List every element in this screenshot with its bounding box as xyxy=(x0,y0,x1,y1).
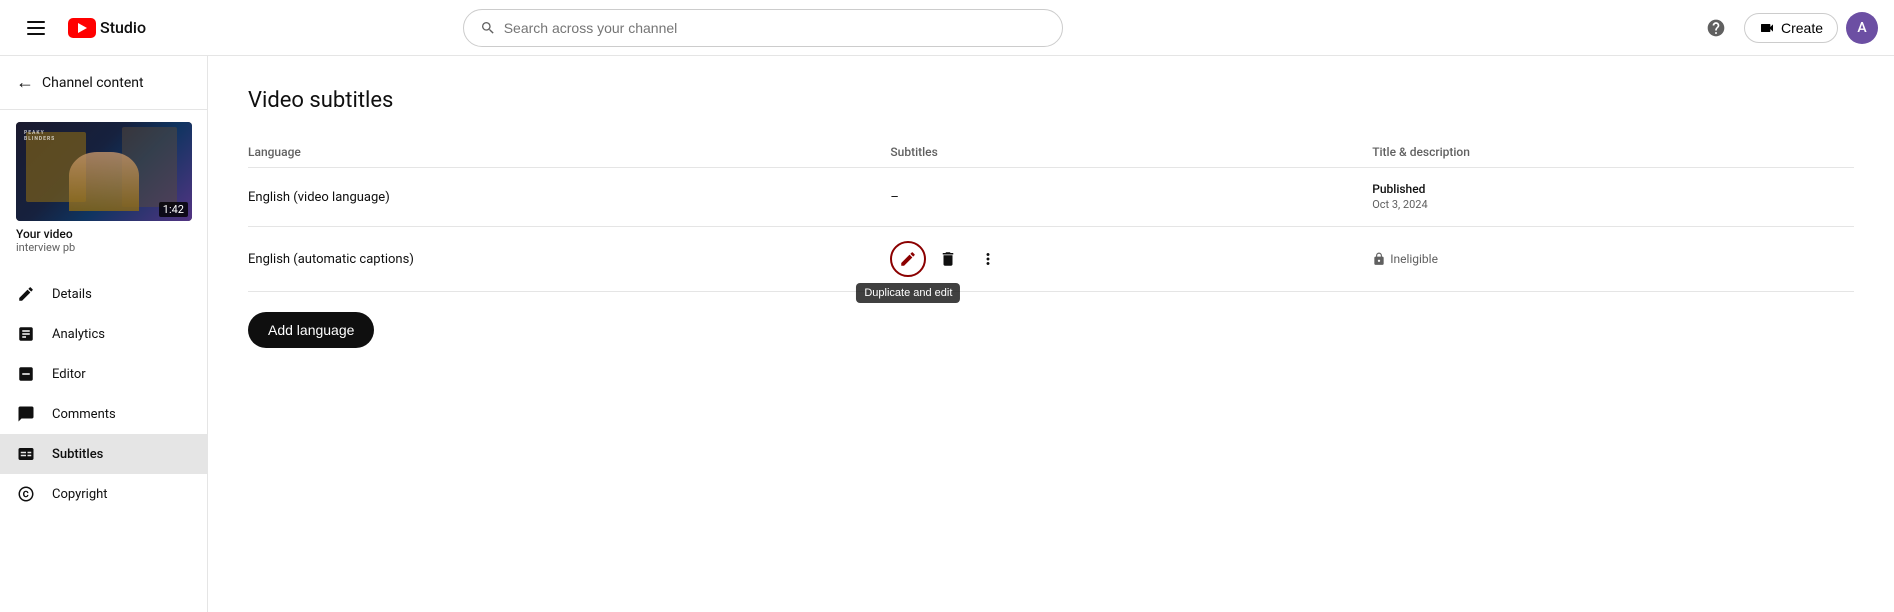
title-desc-cell: Published Oct 3, 2024 xyxy=(1372,168,1854,227)
youtube-logo: Studio xyxy=(68,18,146,38)
title-desc-cell: Ineligible xyxy=(1372,227,1854,292)
trash-icon xyxy=(939,250,957,268)
sidebar-item-analytics[interactable]: Analytics xyxy=(0,314,207,354)
nav-right: Create A xyxy=(1696,8,1878,48)
search-input[interactable] xyxy=(504,20,1046,36)
ineligible-badge: Ineligible xyxy=(1372,252,1838,266)
sidebar-comments-label: Comments xyxy=(52,407,116,422)
published-date: Oct 3, 2024 xyxy=(1372,198,1427,211)
search-icon xyxy=(480,20,496,36)
sidebar-navigation: Details Analytics Editor xyxy=(0,266,207,612)
sidebar-details-label: Details xyxy=(52,287,92,302)
sidebar-copyright-label: Copyright xyxy=(52,487,108,502)
help-button[interactable] xyxy=(1696,8,1736,48)
main-content: Video subtitles Language Subtitles Title… xyxy=(208,56,1894,612)
editor-icon xyxy=(16,364,36,384)
hamburger-icon xyxy=(19,13,53,43)
video-title: Your video xyxy=(16,227,191,241)
more-options-button[interactable] xyxy=(970,241,1006,277)
published-status: Published xyxy=(1372,182,1425,196)
comments-icon xyxy=(16,404,36,424)
language-cell: English (video language) xyxy=(248,168,890,227)
row-actions: Duplicate and edit xyxy=(890,241,1356,277)
sidebar-item-editor[interactable]: Editor xyxy=(0,354,207,394)
page-title: Video subtitles xyxy=(248,88,1854,113)
edit-icon xyxy=(899,250,917,268)
delete-button[interactable] xyxy=(930,241,966,277)
video-thumbnail-section: PEAKYBLINDERS 1:42 Your video interview … xyxy=(0,110,207,266)
sidebar-item-comments[interactable]: Comments xyxy=(0,394,207,434)
back-icon: ← xyxy=(16,72,34,93)
top-navigation: Studio Create A xyxy=(0,0,1894,56)
nav-left: Studio xyxy=(16,8,146,48)
pencil-icon xyxy=(16,284,36,304)
subtitles-column-header: Subtitles xyxy=(890,137,1372,168)
duplicate-edit-button[interactable]: Duplicate and edit xyxy=(890,241,926,277)
avatar[interactable]: A xyxy=(1846,12,1878,44)
channel-header-text: Channel content xyxy=(42,75,144,91)
create-label: Create xyxy=(1781,20,1823,36)
sidebar-item-subtitles[interactable]: Subtitles xyxy=(0,434,207,474)
channel-content-link[interactable]: ← Channel content xyxy=(0,56,207,110)
sidebar-editor-label: Editor xyxy=(52,367,86,382)
sidebar-item-details[interactable]: Details xyxy=(0,274,207,314)
subtitles-cell: – xyxy=(890,168,1372,227)
add-language-button[interactable]: Add language xyxy=(248,312,374,348)
language-cell: English (automatic captions) xyxy=(248,227,890,292)
studio-label: Studio xyxy=(100,18,146,37)
sidebar-subtitles-label: Subtitles xyxy=(52,447,103,462)
lock-icon xyxy=(1372,252,1386,266)
create-button[interactable]: Create xyxy=(1744,13,1838,43)
subtitles-cell: Duplicate and edit xyxy=(890,227,1372,292)
chart-icon xyxy=(16,324,36,344)
table-header-row: Language Subtitles Title & description xyxy=(248,137,1854,168)
youtube-icon xyxy=(68,18,96,38)
video-filename: interview pb xyxy=(16,241,191,254)
title-desc-column-header: Title & description xyxy=(1372,137,1854,168)
question-circle-icon xyxy=(1706,18,1726,38)
search-bar xyxy=(463,9,1063,47)
more-vert-icon xyxy=(979,250,997,268)
sidebar: ← Channel content PEAKYBLINDERS 1:42 You… xyxy=(0,56,208,612)
subtitles-table: Language Subtitles Title & description E… xyxy=(248,137,1854,292)
video-thumbnail: PEAKYBLINDERS 1:42 xyxy=(16,122,192,221)
sidebar-analytics-label: Analytics xyxy=(52,327,105,342)
video-duration: 1:42 xyxy=(159,202,188,217)
language-column-header: Language xyxy=(248,137,890,168)
ineligible-label: Ineligible xyxy=(1390,252,1438,266)
sidebar-item-copyright[interactable]: Copyright xyxy=(0,474,207,514)
table-row: English (video language) – Published Oct… xyxy=(248,168,1854,227)
table-row: English (automatic captions) Duplicate a… xyxy=(248,227,1854,292)
subtitles-icon xyxy=(16,444,36,464)
create-icon xyxy=(1759,20,1775,36)
hamburger-menu-button[interactable] xyxy=(16,8,56,48)
main-layout: ← Channel content PEAKYBLINDERS 1:42 You… xyxy=(0,56,1894,612)
copyright-icon xyxy=(16,484,36,504)
